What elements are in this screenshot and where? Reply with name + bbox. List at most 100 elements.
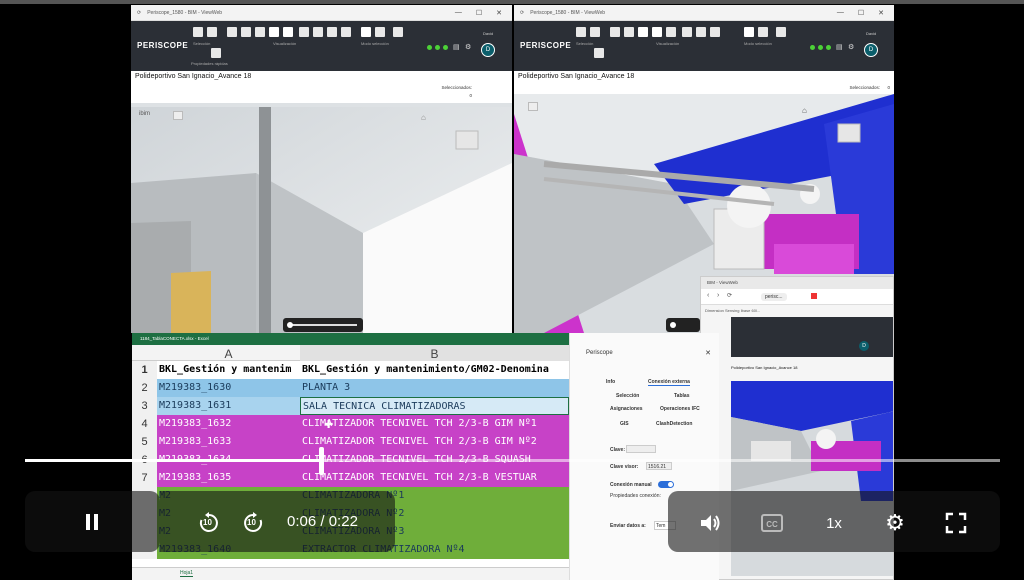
clave-visor-input[interactable]: 1516.21	[646, 462, 672, 470]
mode-pen-icon[interactable]	[776, 27, 786, 37]
view-tool-4-icon[interactable]	[682, 27, 692, 37]
mode-select-icon[interactable]	[361, 27, 371, 37]
layers-icon[interactable]	[666, 27, 676, 37]
close-icon[interactable]: ✕	[878, 9, 884, 17]
view-tool-3-icon[interactable]	[255, 27, 265, 37]
column-a-header[interactable]: A	[157, 347, 300, 361]
table-cell[interactable]: BKL_Gestión y mantenimiento/GM02-Denomin…	[300, 361, 569, 379]
view-tool-2-icon[interactable]	[241, 27, 251, 37]
table-cell[interactable]: CLIMATIZADOR TECNIVEL TCH 2/3-B GIM Nº1	[300, 415, 569, 433]
view-tool-3-icon[interactable]	[638, 27, 648, 37]
left-3d-viewport[interactable]: ibim ⌂	[131, 103, 512, 333]
rewind-10-button[interactable]: 10	[196, 510, 222, 536]
settings-icon[interactable]: ⚙	[848, 43, 854, 51]
progress-track[interactable]	[25, 459, 1000, 462]
tab-conexion-externa[interactable]: Conexión externa	[648, 379, 690, 386]
slider-handle[interactable]	[670, 322, 676, 328]
table-cell[interactable]: BKL_Gestión y mantenim	[157, 361, 300, 379]
refresh-icon[interactable]: ⟳	[137, 10, 141, 16]
table-cell[interactable]: PLANTA 3	[300, 379, 569, 397]
view-tool-7-icon[interactable]	[341, 27, 351, 37]
fullscreen-button[interactable]	[944, 511, 968, 535]
lock-icon[interactable]	[652, 27, 662, 37]
forward-10-button[interactable]: 10	[240, 510, 266, 536]
select-box-icon[interactable]	[207, 27, 217, 37]
row-number[interactable]: 7	[132, 469, 157, 487]
clash-detection-button[interactable]: ClashDetection	[656, 421, 692, 427]
quick-properties-icon[interactable]	[211, 48, 221, 58]
mini-url[interactable]: perisc...	[761, 293, 787, 301]
mode-brush-icon[interactable]	[375, 27, 385, 37]
playback-speed-button[interactable]: 1x	[820, 512, 848, 534]
mode-brush-icon[interactable]	[758, 27, 768, 37]
table-cell[interactable]: CLIMATIZADOR TECNIVEL TCH 2/3-B GIM Nº2	[300, 433, 569, 451]
gis-button[interactable]: GIS	[620, 421, 629, 427]
slider-handle[interactable]	[287, 322, 293, 328]
volume-button[interactable]	[698, 511, 722, 535]
view-tool-4-icon[interactable]	[299, 27, 309, 37]
minimize-icon[interactable]: —	[837, 9, 844, 17]
panel-close-icon[interactable]: ✕	[705, 349, 711, 357]
left-viewport-slider[interactable]	[283, 318, 363, 332]
minimize-icon[interactable]: —	[455, 9, 462, 17]
panel-toggle-icon[interactable]: ▤	[453, 43, 460, 51]
view-tool-1-icon[interactable]	[227, 27, 237, 37]
settings-button[interactable]: ⚙	[882, 510, 908, 536]
view-tool-6-icon[interactable]	[710, 27, 720, 37]
table-cell[interactable]: CLIMATIZADOR TECNIVEL TCH 2/3-B VESTUAR	[300, 469, 569, 487]
mode-select-icon[interactable]	[744, 27, 754, 37]
settings-icon[interactable]: ⚙	[465, 43, 471, 51]
back-icon[interactable]: ‹	[707, 292, 709, 299]
close-icon[interactable]: ✕	[496, 9, 502, 17]
tab-info[interactable]: Info	[606, 379, 615, 385]
table-cell[interactable]: M219383_1632	[157, 415, 300, 433]
image-icon[interactable]	[528, 102, 538, 111]
mini-avatar[interactable]: D	[859, 341, 869, 351]
select-tool-icon[interactable]	[576, 27, 586, 37]
quick-properties-icon[interactable]	[594, 48, 604, 58]
refresh-icon[interactable]: ⟳	[727, 292, 732, 299]
image-icon[interactable]	[173, 111, 183, 120]
conexion-manual-toggle[interactable]	[658, 481, 674, 488]
row-number[interactable]: 3	[132, 397, 157, 415]
user-avatar[interactable]: D	[864, 43, 878, 57]
view-tool-6-icon[interactable]	[327, 27, 337, 37]
table-cell[interactable]: M219383_1631	[157, 397, 300, 415]
select-box-icon[interactable]	[590, 27, 600, 37]
row-number[interactable]: 2	[132, 379, 157, 397]
selection-button[interactable]: Selección	[616, 393, 639, 399]
table-cell[interactable]: M219383_1633	[157, 433, 300, 451]
mode-pen-icon[interactable]	[393, 27, 403, 37]
layers-icon[interactable]	[283, 27, 293, 37]
view-tool-1-icon[interactable]	[610, 27, 620, 37]
view-tool-2-icon[interactable]	[624, 27, 634, 37]
panel-toggle-icon[interactable]: ▤	[836, 43, 843, 51]
progress-handle[interactable]	[319, 447, 325, 475]
row-number[interactable]: 4	[132, 415, 157, 433]
maximize-icon[interactable]: ☐	[476, 9, 482, 17]
row-number[interactable]: 5	[132, 433, 157, 451]
assignments-button[interactable]: Asignaciones	[610, 406, 643, 412]
sheet-tab[interactable]: Hoja1	[180, 570, 194, 577]
select-tool-icon[interactable]	[193, 27, 203, 37]
user-avatar[interactable]: D	[481, 43, 495, 57]
ifc-operations-button[interactable]: Operaciones IFC	[660, 406, 700, 412]
pause-button[interactable]	[80, 510, 104, 534]
refresh-icon[interactable]: ⟳	[520, 10, 524, 16]
tables-button[interactable]: Tablas	[674, 393, 689, 399]
clave-input[interactable]	[626, 445, 656, 453]
active-cell[interactable]: SALA TECNICA CLIMATIZADORAS	[300, 397, 569, 415]
lock-icon[interactable]	[269, 27, 279, 37]
forward-icon[interactable]: ›	[717, 292, 719, 299]
view-tool-5-icon[interactable]	[696, 27, 706, 37]
column-b-header[interactable]: B	[300, 345, 569, 361]
captions-button[interactable]: CC	[760, 512, 784, 534]
table-cell[interactable]: M219383_1635	[157, 469, 300, 487]
row-number[interactable]: 1	[132, 361, 157, 379]
table-cell[interactable]: M219383_1630	[157, 379, 300, 397]
home-icon[interactable]: ⌂	[421, 113, 426, 122]
extension-icon[interactable]	[811, 293, 817, 299]
view-tool-5-icon[interactable]	[313, 27, 323, 37]
right-viewport-slider[interactable]	[666, 318, 700, 332]
maximize-icon[interactable]: ☐	[858, 9, 864, 17]
